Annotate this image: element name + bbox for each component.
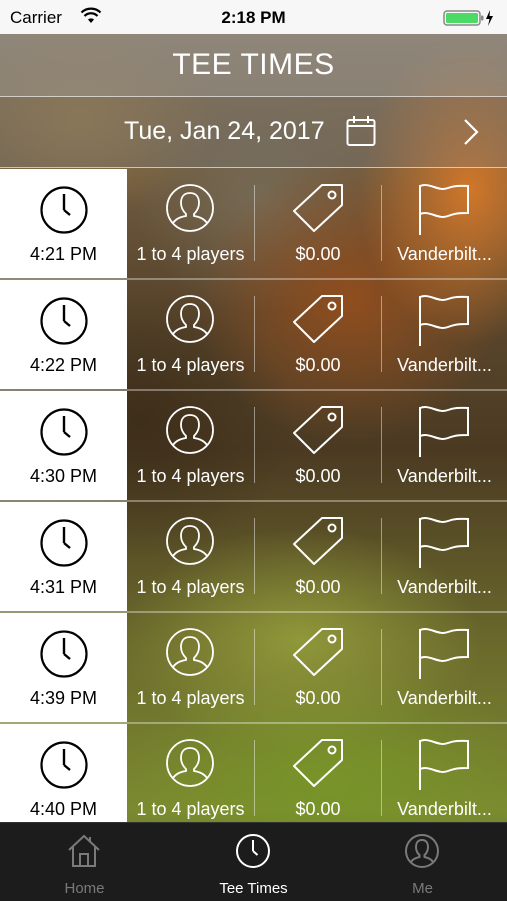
price-tag-icon xyxy=(292,516,344,571)
players-label: 1 to 4 players xyxy=(136,355,245,375)
tee-time-row[interactable]: 4:31 PM 1 to 4 players $0.00 Vanderbilt.… xyxy=(0,502,507,613)
nav-header: TEE TIMES xyxy=(0,34,507,97)
price-tag-icon xyxy=(292,738,344,793)
players-label: 1 to 4 players xyxy=(136,577,245,597)
tee-time-cell[interactable]: 4:31 PM xyxy=(0,502,127,611)
user-icon xyxy=(165,183,215,238)
players-cell[interactable]: 1 to 4 players xyxy=(127,169,254,278)
price-cell[interactable]: $0.00 xyxy=(255,280,381,389)
tee-time-list[interactable]: 4:21 PM 1 to 4 players $0.00 Vanderbilt.… xyxy=(0,169,507,822)
tee-time-row[interactable]: 4:40 PM 1 to 4 players $0.00 Vanderbilt.… xyxy=(0,724,507,822)
tee-time-row[interactable]: 4:22 PM 1 to 4 players $0.00 Vanderbilt.… xyxy=(0,280,507,391)
players-label: 1 to 4 players xyxy=(136,799,245,819)
players-cell[interactable]: 1 to 4 players xyxy=(127,613,254,722)
flag-icon xyxy=(418,405,470,464)
tee-time-label: 4:22 PM xyxy=(29,355,98,375)
clock-icon xyxy=(39,518,89,573)
user-icon xyxy=(165,294,215,349)
clock-icon xyxy=(235,833,271,874)
flag-icon xyxy=(418,738,470,797)
flag-icon xyxy=(418,294,470,353)
calendar-icon[interactable] xyxy=(346,115,376,152)
price-label: $0.00 xyxy=(295,577,341,597)
tab-me-label: Me xyxy=(412,880,433,897)
tee-time-cell[interactable]: 4:30 PM xyxy=(0,391,127,500)
price-tag-icon xyxy=(292,183,344,238)
price-tag-icon xyxy=(292,405,344,460)
tab-home-label: Home xyxy=(64,880,105,897)
tee-time-cell[interactable]: 4:40 PM xyxy=(0,724,127,822)
price-cell[interactable]: $0.00 xyxy=(255,391,381,500)
course-label: Vanderbilt... xyxy=(397,577,492,597)
course-label: Vanderbilt... xyxy=(397,799,492,819)
tee-time-cell[interactable]: 4:22 PM xyxy=(0,280,127,389)
clock-icon xyxy=(39,185,89,240)
course-label: Vanderbilt... xyxy=(397,355,492,375)
tab-tee-times-label: Tee Times xyxy=(219,880,288,897)
tab-tee-times[interactable]: Tee Times xyxy=(169,823,338,901)
tee-time-cell[interactable]: 4:21 PM xyxy=(0,169,127,278)
clock-icon xyxy=(39,407,89,462)
user-icon xyxy=(165,738,215,793)
tee-time-row[interactable]: 4:39 PM 1 to 4 players $0.00 Vanderbilt.… xyxy=(0,613,507,724)
players-cell[interactable]: 1 to 4 players xyxy=(127,724,254,822)
course-cell[interactable]: Vanderbilt... xyxy=(382,502,507,611)
tee-time-label: 4:21 PM xyxy=(29,244,98,264)
tee-time-row[interactable]: 4:30 PM 1 to 4 players $0.00 Vanderbilt.… xyxy=(0,391,507,502)
course-label: Vanderbilt... xyxy=(397,688,492,708)
price-label: $0.00 xyxy=(295,466,341,486)
next-date-chevron-icon[interactable] xyxy=(462,117,480,152)
players-label: 1 to 4 players xyxy=(136,466,245,486)
course-cell[interactable]: Vanderbilt... xyxy=(382,169,507,278)
course-cell[interactable]: Vanderbilt... xyxy=(382,280,507,389)
user-icon xyxy=(404,833,440,874)
tee-time-label: 4:31 PM xyxy=(29,577,98,597)
price-cell[interactable]: $0.00 xyxy=(255,613,381,722)
clock-icon xyxy=(39,629,89,684)
players-cell[interactable]: 1 to 4 players xyxy=(127,280,254,389)
course-label: Vanderbilt... xyxy=(397,466,492,486)
course-cell[interactable]: Vanderbilt... xyxy=(382,391,507,500)
price-label: $0.00 xyxy=(295,355,341,375)
date-selector[interactable]: Tue, Jan 24, 2017 xyxy=(0,97,507,168)
tab-me[interactable]: Me xyxy=(338,823,507,901)
players-label: 1 to 4 players xyxy=(136,244,245,264)
price-tag-icon xyxy=(292,627,344,682)
price-label: $0.00 xyxy=(295,244,341,264)
course-label: Vanderbilt... xyxy=(397,244,492,264)
status-bar: Carrier 2:18 PM xyxy=(0,0,507,34)
home-icon xyxy=(66,833,102,874)
price-label: $0.00 xyxy=(295,799,341,819)
price-cell[interactable]: $0.00 xyxy=(255,724,381,822)
players-label: 1 to 4 players xyxy=(136,688,245,708)
date-label[interactable]: Tue, Jan 24, 2017 xyxy=(124,117,325,146)
tee-time-row[interactable]: 4:21 PM 1 to 4 players $0.00 Vanderbilt.… xyxy=(0,169,507,280)
tee-time-label: 4:40 PM xyxy=(29,799,98,819)
page-title: TEE TIMES xyxy=(172,48,335,81)
tee-time-label: 4:39 PM xyxy=(29,688,98,708)
tee-time-cell[interactable]: 4:39 PM xyxy=(0,613,127,722)
course-cell[interactable]: Vanderbilt... xyxy=(382,613,507,722)
flag-icon xyxy=(418,627,470,686)
user-icon xyxy=(165,516,215,571)
user-icon xyxy=(165,627,215,682)
user-icon xyxy=(165,405,215,460)
price-cell[interactable]: $0.00 xyxy=(255,169,381,278)
flag-icon xyxy=(418,516,470,575)
players-cell[interactable]: 1 to 4 players xyxy=(127,502,254,611)
price-label: $0.00 xyxy=(295,688,341,708)
flag-icon xyxy=(418,183,470,242)
course-cell[interactable]: Vanderbilt... xyxy=(382,724,507,822)
players-cell[interactable]: 1 to 4 players xyxy=(127,391,254,500)
price-cell[interactable]: $0.00 xyxy=(255,502,381,611)
price-tag-icon xyxy=(292,294,344,349)
tee-time-label: 4:30 PM xyxy=(29,466,98,486)
clock-icon xyxy=(39,296,89,351)
tab-home[interactable]: Home xyxy=(0,823,169,901)
clock-icon xyxy=(39,740,89,795)
status-time: 2:18 PM xyxy=(221,8,286,27)
battery-icon xyxy=(443,9,495,32)
tab-bar: Home Tee Times Me xyxy=(0,822,507,901)
